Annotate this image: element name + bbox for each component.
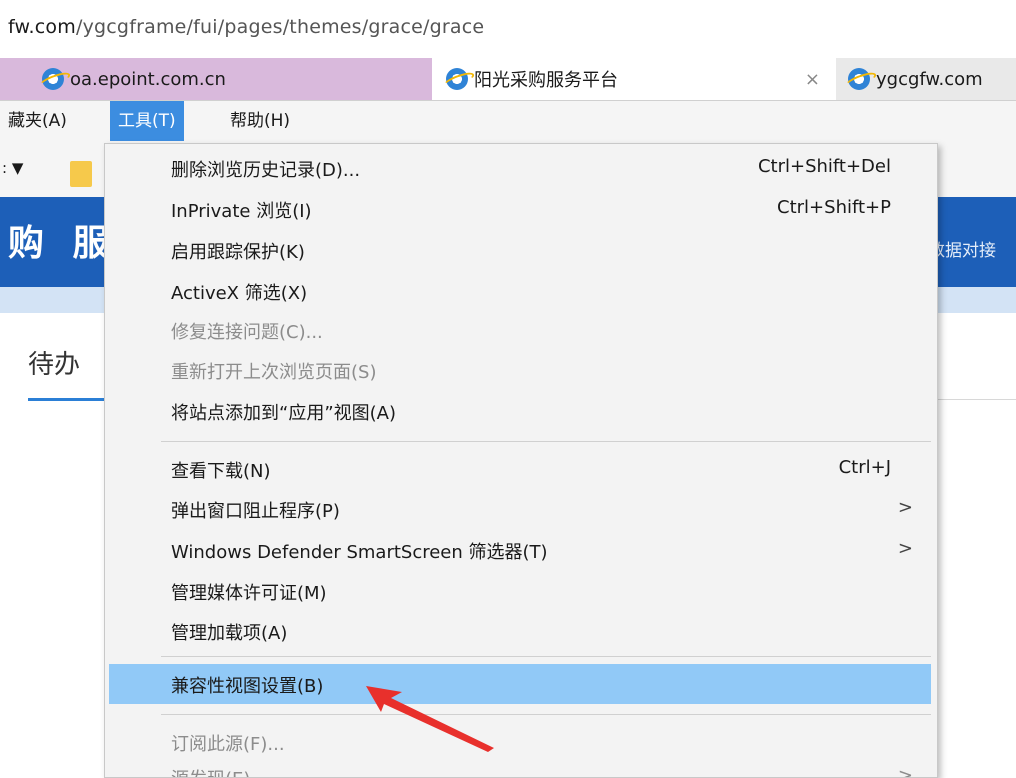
menu-item-label: 管理媒体许可证(M) [171,583,327,604]
favorites-dropdown[interactable]: : ▼ [2,159,23,177]
menu-help[interactable]: 帮助(H) [222,101,298,141]
tools-dropdown-menu: 删除浏览历史记录(D)... Ctrl+Shift+Del InPrivate … [104,143,938,778]
menu-item-popup-blocker[interactable]: 弹出窗口阻止程序(P) > [105,489,937,529]
menu-item-label: 兼容性视图设置(B) [171,676,324,697]
menu-bar: 藏夹(A) 工具(T) 帮助(H) [0,101,1016,143]
chevron-right-icon: > [897,765,913,778]
chevron-right-icon: > [897,538,913,559]
tab-oa-epoint[interactable]: oa.epoint.com.cn [0,58,432,100]
menu-separator [161,714,931,715]
tab-label: oa.epoint.com.cn [70,68,226,90]
menu-item-label: 源发现(E) [171,765,250,777]
tab-yangguang[interactable]: 阳光采购服务平台 × [432,58,836,100]
divider [930,399,1016,400]
menu-item-fix-connection: 修复连接问题(C)... [105,310,937,350]
ie-icon [848,68,870,90]
menu-item-manage-addons[interactable]: 管理加载项(A) [105,611,937,651]
menu-item-add-to-apps[interactable]: 将站点添加到“应用”视图(A) [105,391,937,431]
menu-item-label: 重新打开上次浏览页面(S) [171,362,377,383]
menu-separator [161,656,931,657]
menu-item-label: 查看下载(N) [171,461,271,482]
ie-icon [42,68,64,90]
address-text[interactable]: fw.com/ygcgframe/fui/pages/themes/grace/… [8,16,484,38]
ie-icon [446,68,468,90]
menu-item-compat-view-settings[interactable]: 兼容性视图设置(B) [109,664,931,704]
menu-item-inprivate[interactable]: InPrivate 浏览(I) Ctrl+Shift+P [105,189,937,229]
menu-item-view-downloads[interactable]: 查看下载(N) Ctrl+J [105,449,937,489]
tab-strip: oa.epoint.com.cn 阳光采购服务平台 × ygcgfw.com [0,58,1016,101]
address-path: /ygcgframe/fui/pages/themes/grace/grace [75,16,485,38]
address-bar[interactable]: fw.com/ygcgframe/fui/pages/themes/grace/… [0,0,1016,58]
banner-title: 购 服 [8,223,117,264]
menu-tools[interactable]: 工具(T) [110,101,184,141]
menu-item-label: 将站点添加到“应用”视图(A) [171,403,397,424]
menu-item-shortcut: Ctrl+Shift+P [777,197,891,218]
tab-ygcgfw[interactable]: ygcgfw.com [836,58,1016,100]
address-host: fw.com [8,16,76,38]
menu-item-activex-filter[interactable]: ActiveX 筛选(X) [105,271,937,311]
menu-item-label: Windows Defender SmartScreen 筛选器(T) [171,542,548,563]
folder-icon[interactable] [70,161,92,187]
menu-item-label: ActiveX 筛选(X) [171,283,308,304]
menu-item-label: 修复连接问题(C)... [171,322,323,343]
tab-label: ygcgfw.com [876,68,983,90]
menu-item-label: 弹出窗口阻止程序(P) [171,501,340,522]
menu-item-smartscreen[interactable]: Windows Defender SmartScreen 筛选器(T) > [105,530,937,570]
close-icon[interactable]: × [805,69,820,90]
menu-item-shortcut: Ctrl+Shift+Del [757,156,891,177]
menu-item-subscribe-feed: 订阅此源(F)... [105,722,937,762]
menu-item-delete-history[interactable]: 删除浏览历史记录(D)... Ctrl+Shift+Del [105,148,937,188]
menu-item-label: 管理加载项(A) [171,623,288,644]
menu-item-shortcut: Ctrl+J [838,457,891,478]
tab-label: 阳光采购服务平台 [474,70,618,91]
tab-pending[interactable]: 待办 [28,344,80,381]
menu-item-feed-discovery: 源发现(E) > [105,757,937,778]
menu-item-label: InPrivate 浏览(I) [171,201,312,222]
tab-underline [28,398,108,401]
chevron-right-icon: > [897,497,913,518]
menu-separator [161,441,931,442]
menu-item-media-licenses[interactable]: 管理媒体许可证(M) [105,571,937,611]
banner-link-data[interactable]: 数据对接 [928,236,996,261]
menu-item-tracking-protection[interactable]: 启用跟踪保护(K) [105,230,937,270]
menu-item-label: 启用跟踪保护(K) [171,242,305,263]
menu-item-label: 删除浏览历史记录(D)... [171,160,361,181]
menu-item-reopen-session: 重新打开上次浏览页面(S) [105,350,937,390]
menu-favorites[interactable]: 藏夹(A) [0,101,75,141]
menu-item-label: 订阅此源(F)... [171,734,285,755]
